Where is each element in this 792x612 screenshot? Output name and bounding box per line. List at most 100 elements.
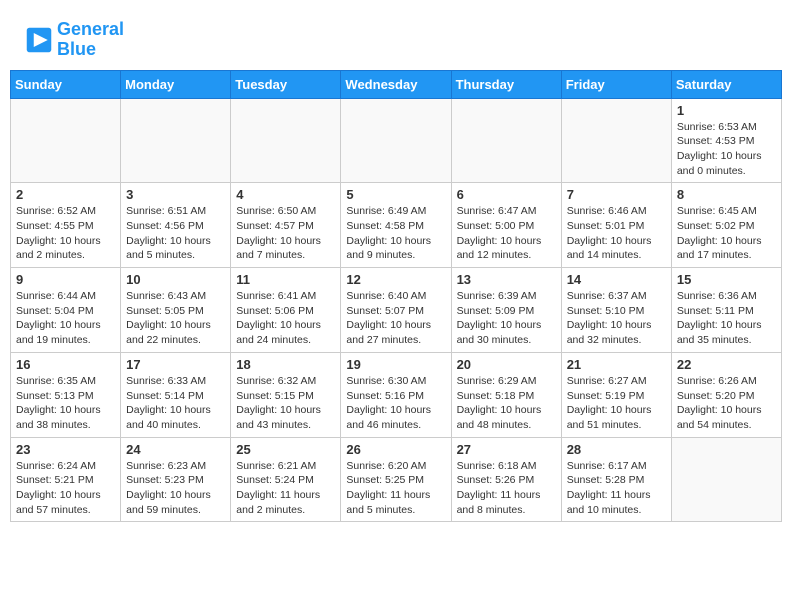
day-info: Sunrise: 6:50 AM Sunset: 4:57 PM Dayligh… xyxy=(236,204,335,263)
day-number: 9 xyxy=(16,272,115,287)
logo-text: General Blue xyxy=(57,20,124,60)
day-info: Sunrise: 6:36 AM Sunset: 5:11 PM Dayligh… xyxy=(677,289,776,348)
calendar-cell xyxy=(231,98,341,183)
calendar-week-row: 16 Sunrise: 6:35 AM Sunset: 5:13 PM Dayli… xyxy=(11,352,782,437)
logo: General Blue xyxy=(25,20,124,60)
calendar-cell: 19 Sunrise: 6:30 AM Sunset: 5:16 PM Dayli… xyxy=(341,352,451,437)
calendar-table: SundayMondayTuesdayWednesdayThursdayFrid… xyxy=(10,70,782,523)
day-number: 25 xyxy=(236,442,335,457)
calendar-cell: 24 Sunrise: 6:23 AM Sunset: 5:23 PM Dayli… xyxy=(121,437,231,522)
calendar-cell xyxy=(121,98,231,183)
calendar-day-header: Wednesday xyxy=(341,70,451,98)
calendar-cell: 13 Sunrise: 6:39 AM Sunset: 5:09 PM Dayli… xyxy=(451,268,561,353)
day-info: Sunrise: 6:39 AM Sunset: 5:09 PM Dayligh… xyxy=(457,289,556,348)
calendar-day-header: Monday xyxy=(121,70,231,98)
day-number: 13 xyxy=(457,272,556,287)
calendar-cell: 16 Sunrise: 6:35 AM Sunset: 5:13 PM Dayli… xyxy=(11,352,121,437)
day-info: Sunrise: 6:32 AM Sunset: 5:15 PM Dayligh… xyxy=(236,374,335,433)
day-info: Sunrise: 6:24 AM Sunset: 5:21 PM Dayligh… xyxy=(16,459,115,518)
calendar-cell: 9 Sunrise: 6:44 AM Sunset: 5:04 PM Daylig… xyxy=(11,268,121,353)
calendar-cell: 17Sunrise: 6:33 AM Sunset: 5:14 PM Dayli… xyxy=(121,352,231,437)
day-number: 26 xyxy=(346,442,445,457)
calendar-day-header: Sunday xyxy=(11,70,121,98)
calendar-cell: 14 Sunrise: 6:37 AM Sunset: 5:10 PM Dayli… xyxy=(561,268,671,353)
calendar-cell xyxy=(561,98,671,183)
day-info: Sunrise: 6:33 AM Sunset: 5:14 PM Dayligh… xyxy=(126,374,225,433)
calendar-cell: 3 Sunrise: 6:51 AM Sunset: 4:56 PM Daylig… xyxy=(121,183,231,268)
day-info: Sunrise: 6:26 AM Sunset: 5:20 PM Dayligh… xyxy=(677,374,776,433)
day-info: Sunrise: 6:43 AM Sunset: 5:05 PM Dayligh… xyxy=(126,289,225,348)
day-number: 10 xyxy=(126,272,225,287)
day-info: Sunrise: 6:20 AM Sunset: 5:25 PM Dayligh… xyxy=(346,459,445,518)
calendar-week-row: 2 Sunrise: 6:52 AM Sunset: 4:55 PM Daylig… xyxy=(11,183,782,268)
calendar-day-header: Tuesday xyxy=(231,70,341,98)
calendar-cell: 6 Sunrise: 6:47 AM Sunset: 5:00 PM Daylig… xyxy=(451,183,561,268)
calendar-day-header: Thursday xyxy=(451,70,561,98)
day-number: 7 xyxy=(567,187,666,202)
day-info: Sunrise: 6:35 AM Sunset: 5:13 PM Dayligh… xyxy=(16,374,115,433)
day-number: 8 xyxy=(677,187,776,202)
day-number: 27 xyxy=(457,442,556,457)
calendar-cell: 2 Sunrise: 6:52 AM Sunset: 4:55 PM Daylig… xyxy=(11,183,121,268)
day-info: Sunrise: 6:40 AM Sunset: 5:07 PM Dayligh… xyxy=(346,289,445,348)
calendar-week-row: 9 Sunrise: 6:44 AM Sunset: 5:04 PM Daylig… xyxy=(11,268,782,353)
day-number: 15 xyxy=(677,272,776,287)
day-number: 5 xyxy=(346,187,445,202)
calendar-cell: 5 Sunrise: 6:49 AM Sunset: 4:58 PM Daylig… xyxy=(341,183,451,268)
day-number: 16 xyxy=(16,357,115,372)
day-number: 2 xyxy=(16,187,115,202)
day-info: Sunrise: 6:52 AM Sunset: 4:55 PM Dayligh… xyxy=(16,204,115,263)
calendar-day-header: Friday xyxy=(561,70,671,98)
day-number: 14 xyxy=(567,272,666,287)
day-info: Sunrise: 6:44 AM Sunset: 5:04 PM Dayligh… xyxy=(16,289,115,348)
day-number: 1 xyxy=(677,103,776,118)
day-info: Sunrise: 6:17 AM Sunset: 5:28 PM Dayligh… xyxy=(567,459,666,518)
day-info: Sunrise: 6:29 AM Sunset: 5:18 PM Dayligh… xyxy=(457,374,556,433)
day-number: 24 xyxy=(126,442,225,457)
day-number: 21 xyxy=(567,357,666,372)
day-number: 22 xyxy=(677,357,776,372)
calendar-cell xyxy=(341,98,451,183)
calendar-cell: 7Sunrise: 6:46 AM Sunset: 5:01 PM Daylig… xyxy=(561,183,671,268)
day-number: 4 xyxy=(236,187,335,202)
calendar-week-row: 1 Sunrise: 6:53 AM Sunset: 4:53 PM Daylig… xyxy=(11,98,782,183)
calendar-cell: 15 Sunrise: 6:36 AM Sunset: 5:11 PM Dayli… xyxy=(671,268,781,353)
day-number: 18 xyxy=(236,357,335,372)
day-info: Sunrise: 6:49 AM Sunset: 4:58 PM Dayligh… xyxy=(346,204,445,263)
day-number: 19 xyxy=(346,357,445,372)
day-info: Sunrise: 6:21 AM Sunset: 5:24 PM Dayligh… xyxy=(236,459,335,518)
day-info: Sunrise: 6:37 AM Sunset: 5:10 PM Dayligh… xyxy=(567,289,666,348)
calendar-cell: 26 Sunrise: 6:20 AM Sunset: 5:25 PM Dayli… xyxy=(341,437,451,522)
page-header: General Blue xyxy=(10,10,782,65)
calendar-cell xyxy=(451,98,561,183)
calendar-cell: 28Sunrise: 6:17 AM Sunset: 5:28 PM Dayli… xyxy=(561,437,671,522)
day-info: Sunrise: 6:18 AM Sunset: 5:26 PM Dayligh… xyxy=(457,459,556,518)
calendar-cell: 1 Sunrise: 6:53 AM Sunset: 4:53 PM Daylig… xyxy=(671,98,781,183)
calendar-cell: 18 Sunrise: 6:32 AM Sunset: 5:15 PM Dayli… xyxy=(231,352,341,437)
calendar-header-row: SundayMondayTuesdayWednesdayThursdayFrid… xyxy=(11,70,782,98)
calendar-day-header: Saturday xyxy=(671,70,781,98)
day-info: Sunrise: 6:53 AM Sunset: 4:53 PM Dayligh… xyxy=(677,120,776,179)
day-number: 3 xyxy=(126,187,225,202)
calendar-cell: 22 Sunrise: 6:26 AM Sunset: 5:20 PM Dayli… xyxy=(671,352,781,437)
day-info: Sunrise: 6:41 AM Sunset: 5:06 PM Dayligh… xyxy=(236,289,335,348)
day-info: Sunrise: 6:51 AM Sunset: 4:56 PM Dayligh… xyxy=(126,204,225,263)
calendar-cell: 21Sunrise: 6:27 AM Sunset: 5:19 PM Dayli… xyxy=(561,352,671,437)
day-number: 12 xyxy=(346,272,445,287)
day-number: 20 xyxy=(457,357,556,372)
day-info: Sunrise: 6:23 AM Sunset: 5:23 PM Dayligh… xyxy=(126,459,225,518)
day-info: Sunrise: 6:47 AM Sunset: 5:00 PM Dayligh… xyxy=(457,204,556,263)
calendar-cell: 23 Sunrise: 6:24 AM Sunset: 5:21 PM Dayli… xyxy=(11,437,121,522)
calendar-cell: 4 Sunrise: 6:50 AM Sunset: 4:57 PM Daylig… xyxy=(231,183,341,268)
logo-icon xyxy=(25,26,53,54)
calendar-cell xyxy=(11,98,121,183)
day-info: Sunrise: 6:45 AM Sunset: 5:02 PM Dayligh… xyxy=(677,204,776,263)
calendar-week-row: 23 Sunrise: 6:24 AM Sunset: 5:21 PM Dayli… xyxy=(11,437,782,522)
calendar-cell: 25 Sunrise: 6:21 AM Sunset: 5:24 PM Dayli… xyxy=(231,437,341,522)
day-number: 11 xyxy=(236,272,335,287)
calendar-cell: 10 Sunrise: 6:43 AM Sunset: 5:05 PM Dayli… xyxy=(121,268,231,353)
calendar-cell: 11 Sunrise: 6:41 AM Sunset: 5:06 PM Dayli… xyxy=(231,268,341,353)
day-number: 23 xyxy=(16,442,115,457)
day-info: Sunrise: 6:30 AM Sunset: 5:16 PM Dayligh… xyxy=(346,374,445,433)
day-number: 6 xyxy=(457,187,556,202)
